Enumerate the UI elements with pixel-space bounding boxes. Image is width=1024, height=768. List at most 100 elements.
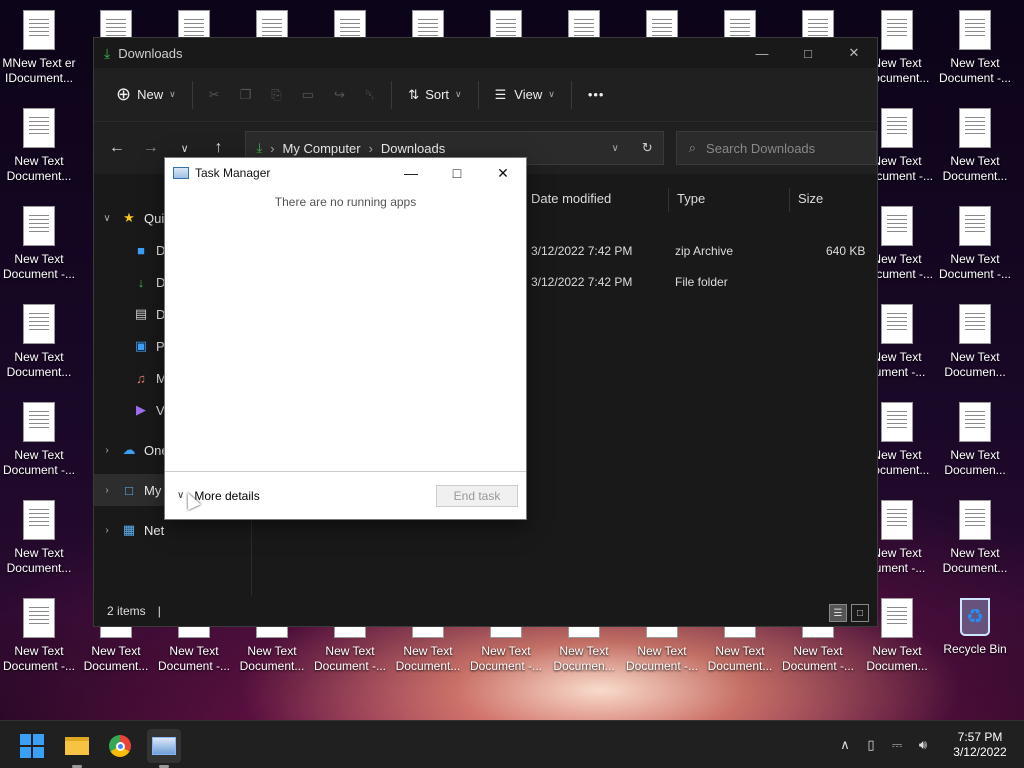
desktop-icon-text-document[interactable]: New Text Document -... <box>936 0 1014 96</box>
more-options-button[interactable]: ••• <box>578 78 615 112</box>
file-type: zip Archive <box>675 244 734 258</box>
search-placeholder: Search Downloads <box>706 140 816 156</box>
taskbar-chrome[interactable] <box>103 729 137 763</box>
desktop-icon-text-document[interactable]: MNew Text er IDocument... <box>0 0 78 96</box>
desktop-icon-label: New Text Document -... <box>469 644 543 673</box>
paste-button[interactable]: ⎘ <box>261 78 291 112</box>
task-manager-icon <box>152 737 176 755</box>
more-details-link[interactable]: More details <box>194 489 259 503</box>
text-document-icon <box>23 500 55 540</box>
sidebar-item-icon: ■ <box>137 242 145 258</box>
sidebar-item-icon: ▤ <box>134 306 148 321</box>
folder-icon <box>65 737 89 755</box>
sidebar-item-icon: ↓ <box>137 274 145 290</box>
desktop-icon-text-document[interactable]: New Text Documen... <box>936 392 1014 488</box>
view-button[interactable]: ☰ View ∨ <box>485 78 565 112</box>
refresh-icon[interactable]: ↻ <box>642 140 653 156</box>
rename-button[interactable]: ▭ <box>292 78 324 112</box>
taskbar: ∧ ▯ ⎓ 🔊︎ 7:57 PM 3/12/2022 <box>0 720 1024 768</box>
desktop-icon-text-document[interactable]: New Text Documen... <box>936 294 1014 390</box>
chevron-right-icon[interactable]: › <box>94 485 120 496</box>
copy-icon: ❐ <box>239 86 252 102</box>
tiles-view-button[interactable]: □ <box>851 604 869 622</box>
search-input[interactable]: ⌕ Search Downloads <box>675 131 877 165</box>
text-document-icon <box>23 10 55 50</box>
delete-button[interactable]: ␡ <box>355 78 385 112</box>
minimize-button[interactable]: — <box>388 158 434 188</box>
forward-button[interactable]: → <box>134 131 168 165</box>
sort-button[interactable]: ⇅ Sort ∨ <box>398 78 471 112</box>
desktop-icon-text-document[interactable]: New Text Document... <box>936 98 1014 194</box>
task-manager-footer: ∨ More details End task <box>165 471 526 519</box>
desktop-icon-text-document[interactable]: New Text Document -... <box>936 196 1014 292</box>
sidebar-item-label: Qui <box>144 210 165 226</box>
volume-icon[interactable]: 🔊︎ <box>910 737 936 753</box>
column-size[interactable]: Size <box>789 188 823 212</box>
desktop-icon-text-document[interactable]: New Text Document -... <box>0 392 78 488</box>
text-document-icon <box>23 598 55 638</box>
task-manager-window[interactable]: Task Manager — □ ✕ There are no running … <box>164 157 527 520</box>
desktop-icon-text-document[interactable]: New Text Document... <box>0 490 78 586</box>
copy-button[interactable]: ❐ <box>230 78 262 112</box>
file-size: 640 KB <box>826 244 866 258</box>
desktop-icon-text-document[interactable]: New Text Document... <box>0 294 78 390</box>
minimize-button[interactable]: — <box>739 38 785 68</box>
chevron-down-icon[interactable]: ∨ <box>94 213 120 224</box>
address-dropdown-icon[interactable]: ∨ <box>611 143 618 154</box>
desktop-icon-label: New Text Documen... <box>866 644 928 673</box>
desktop-icon-text-document[interactable]: New Text Document... <box>0 98 78 194</box>
view-label: View <box>514 87 543 102</box>
network-icon[interactable]: ⎓ <box>884 737 910 753</box>
chevron-right-icon: › <box>368 140 373 156</box>
task-manager-titlebar[interactable]: Task Manager — □ ✕ <box>165 158 526 188</box>
more-icon: ••• <box>587 87 605 102</box>
desktop-icon-label: New Text Document... <box>707 644 773 673</box>
desktop-icon-label: New Text Document -... <box>2 448 76 477</box>
text-document-icon <box>23 108 55 148</box>
start-button[interactable] <box>15 729 49 763</box>
breadcrumb-downloads[interactable]: Downloads <box>381 141 445 156</box>
system-tray: ∧ ▯ ⎓ 🔊︎ 7:57 PM 3/12/2022 <box>832 721 1024 768</box>
desktop-icon-recycle-bin[interactable]: ♻ Recycle Bin <box>936 588 1014 684</box>
share-button[interactable]: ↪ <box>324 78 355 112</box>
text-document-icon <box>881 10 913 50</box>
sidebar-item-icon: ☁ <box>122 442 136 457</box>
clock[interactable]: 7:57 PM 3/12/2022 <box>936 730 1024 760</box>
battery-icon[interactable]: ▯ <box>858 737 884 753</box>
taskbar-task-manager[interactable] <box>147 729 181 768</box>
maximize-button[interactable]: □ <box>785 38 831 68</box>
recycle-bin-icon: ♻ <box>960 598 990 636</box>
new-button[interactable]: ⊕ New ∨ <box>106 78 186 112</box>
sidebar-item-icon: ▶ <box>136 402 146 417</box>
sidebar-item-icon: □ <box>125 482 133 498</box>
task-manager-title: Task Manager <box>195 166 271 180</box>
breadcrumb-my-computer[interactable]: My Computer <box>283 141 361 156</box>
explorer-title: Downloads <box>118 45 183 61</box>
close-button[interactable]: ✕ <box>480 158 526 188</box>
chevron-right-icon: › <box>270 140 275 156</box>
back-button[interactable]: ← <box>100 131 134 165</box>
text-document-icon <box>881 500 913 540</box>
show-hidden-icons-chevron-icon[interactable]: ∧ <box>832 737 858 753</box>
desktop-icon-text-document[interactable]: New Text Document -... <box>0 588 78 684</box>
column-type[interactable]: Type <box>668 188 705 212</box>
desktop-icon-text-document[interactable]: New Text Document... <box>936 490 1014 586</box>
desktop-icon-label: New Text Document... <box>6 350 72 379</box>
chevron-right-icon[interactable]: › <box>94 525 120 536</box>
column-date-modified[interactable]: Date modified <box>522 188 611 212</box>
explorer-titlebar[interactable]: ⤓ Downloads — □ ✕ <box>94 38 877 68</box>
maximize-button[interactable]: □ <box>434 158 480 188</box>
details-view-button[interactable]: ☰ <box>829 604 847 622</box>
desktop-icon-text-document[interactable]: New Text Document -... <box>0 196 78 292</box>
text-document-icon <box>23 402 55 442</box>
cut-button[interactable]: ✂ <box>199 78 230 112</box>
desktop-icon-label: New Text Document -... <box>938 56 1012 85</box>
text-document-icon <box>881 108 913 148</box>
desktop-icon-label: New Text Document -... <box>781 644 855 673</box>
chevron-right-icon[interactable]: › <box>94 445 120 456</box>
taskbar-file-explorer[interactable] <box>60 729 94 768</box>
desktop-icon-label: New Text Document... <box>395 644 461 673</box>
clock-time: 7:57 PM <box>957 730 1003 744</box>
close-button[interactable]: ✕ <box>831 38 877 68</box>
end-task-button[interactable]: End task <box>436 485 518 507</box>
